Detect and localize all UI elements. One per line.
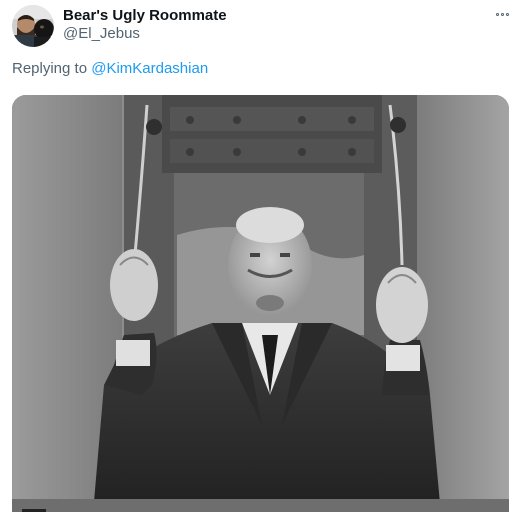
avatar[interactable] [12, 5, 54, 47]
replying-to-mention-link[interactable]: @KimKardashian [91, 60, 208, 77]
more-horizontal-icon [495, 12, 499, 16]
replying-to-label: Replying to [12, 60, 88, 77]
avatar-image [12, 5, 54, 47]
more-horizontal-icon [505, 12, 509, 16]
gif-frame-image [12, 95, 509, 512]
more-horizontal-icon [500, 12, 504, 16]
tweet-card: Bear's Ugly Roommate @El_Jebus Replying … [0, 0, 523, 512]
more-options-button[interactable] [490, 4, 514, 24]
display-name[interactable]: Bear's Ugly Roommate [63, 7, 227, 24]
user-handle[interactable]: @El_Jebus [63, 25, 140, 42]
tweet-media-gif[interactable] [12, 95, 509, 512]
replying-to-line: Replying to @KimKardashian [12, 60, 208, 77]
